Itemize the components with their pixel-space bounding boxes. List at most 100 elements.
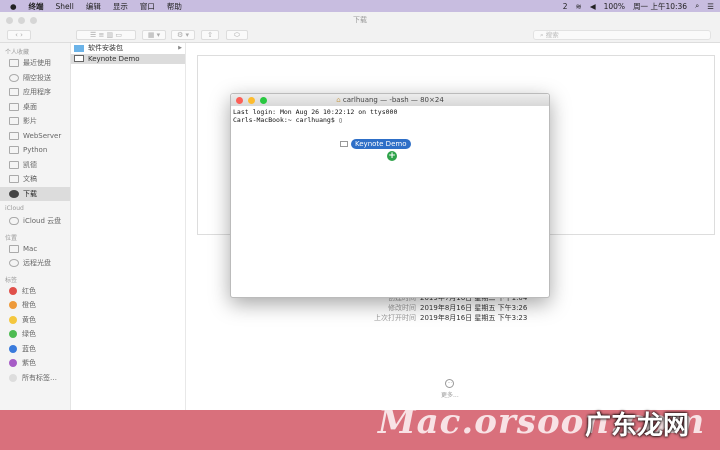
sidebar-header-tags: 标签 [5,276,18,284]
menu-window[interactable]: 窗口 [140,1,155,12]
sidebar-tag[interactable]: 绿色 [0,327,70,342]
terminal-titlebar: ⌂ carlhuang — -bash — 80×24 [231,94,549,106]
tag-label: 绿色 [22,330,36,339]
tag-color-icon [9,330,17,339]
tag-color-icon [9,359,17,368]
sidebar-item-airdrop[interactable]: 隔空投送 [0,71,70,86]
share-icon[interactable]: ⇧ [201,30,219,40]
menu-shell[interactable]: Shell [56,2,74,11]
close-button[interactable] [6,17,13,24]
group-button[interactable]: ▦ ▾ [142,30,166,40]
sidebar-item-kaide[interactable]: 凯德 [0,158,70,173]
spotlight-icon[interactable]: ⌕ [695,1,699,11]
window-title: 下载 [353,16,367,24]
computer-icon [9,244,19,253]
file-icon [340,141,348,147]
tag-color-icon [9,344,17,353]
wifi-icon[interactable]: ≋ [576,2,582,11]
applications-icon [9,88,19,97]
home-icon: ⌂ [336,96,343,104]
ellipsis-icon: ··· [445,379,455,388]
list-item-folder[interactable]: 软件安装包 ▶ [71,43,185,54]
documents-icon [9,175,19,184]
recents-icon [9,59,19,68]
sidebar-tag[interactable]: 紫色 [0,356,70,371]
tag-label: 紫色 [22,359,36,368]
terminal-title: carlhuang — -bash — 80×24 [342,96,444,104]
tag-label: 蓝色 [22,344,36,353]
desktop-icon [9,102,19,111]
disc-icon [9,259,19,268]
sidebar-item-remote-disc[interactable]: 远程光盘 [0,256,70,271]
sidebar-item-desktop[interactable]: 桌面 [0,100,70,115]
sidebar-item-python[interactable]: Python [0,143,70,158]
view-mode-buttons[interactable]: ☰ ≡ ▥ ▭ [76,30,136,40]
list-item-file[interactable]: Keynote Demo [71,53,185,64]
menu-view[interactable]: 显示 [113,1,128,12]
folder-icon [9,131,19,140]
minimize-button[interactable] [248,96,255,104]
terminal-window[interactable]: ⌂ carlhuang — -bash — 80×24 Last login: … [230,93,550,298]
sidebar-tag[interactable]: 黄色 [0,313,70,328]
zoom-button[interactable] [260,96,267,104]
notification-center-icon[interactable]: ☰ [707,2,714,11]
cloud-icon [9,217,19,226]
download-icon [9,189,19,198]
info-row: 修改时间 2019年8月16日 星期五 下午3:26 [388,304,528,312]
battery-percent[interactable]: 100% [604,2,625,11]
minimize-button[interactable] [18,17,25,24]
tag-label: 橙色 [22,301,36,310]
dragged-file: Keynote Demo [340,139,411,149]
tag-label: 红色 [22,286,36,295]
sidebar-item-webserver[interactable]: WebServer [0,129,70,144]
file-icon [74,55,84,63]
film-icon [9,117,19,126]
sidebar-tag[interactable]: 蓝色 [0,342,70,357]
more-button[interactable]: ··· 更多... [441,379,459,399]
apple-icon[interactable]: ● [10,2,17,11]
action-gear-icon[interactable]: ⚙ ▾ [171,30,195,40]
finder-titlebar: 下载 [0,12,720,28]
terminal-output[interactable]: Last login: Mon Aug 26 10:22:12 on ttys0… [231,106,549,126]
finder-toolbar: ‹ › ☰ ≡ ▥ ▭ ▦ ▾ ⚙ ▾ ⇧ ⬭ ⌕ 搜索 [0,28,720,43]
watermark-logo: 广东龙网 [585,411,690,441]
sidebar-header: iCloud [5,205,24,212]
zoom-button[interactable] [30,17,37,24]
folder-icon [74,44,84,52]
qq-count[interactable]: 2 [563,2,568,11]
volume-icon[interactable]: ◀ [590,2,596,11]
sidebar-item-icloud-drive[interactable]: iCloud 云盘 [0,214,70,229]
tag-icon[interactable]: ⬭ [226,30,248,40]
folder-icon [9,146,19,155]
folder-icon [9,160,19,169]
sidebar-tag[interactable]: 所有标签… [0,371,70,386]
tag-color-icon [9,301,17,310]
sidebar-tag[interactable]: 红色 [0,284,70,299]
menu-edit[interactable]: 编辑 [86,1,101,12]
airdrop-icon [9,73,19,82]
column-view: 软件安装包 ▶ Keynote Demo [71,43,186,410]
info-row: 上次打开时间 2019年8月16日 星期五 下午3:23 [374,314,528,322]
sidebar-header: 个人收藏 [5,49,30,56]
tag-color-icon [9,286,17,295]
sidebar-item-mac[interactable]: Mac [0,242,70,257]
tag-color-icon [9,315,17,324]
close-button[interactable] [236,96,243,104]
menu-terminal[interactable]: 终端 [29,1,44,12]
back-forward-button[interactable]: ‹ › [7,30,31,40]
sidebar-item-applications[interactable]: 应用程序 [0,85,70,100]
sidebar: 个人收藏 最近使用 隔空投送 应用程序 桌面 影片 WebServer Pyth… [0,43,71,410]
sidebar-item-documents[interactable]: 文稿 [0,172,70,187]
tag-label: 黄色 [22,315,36,324]
chevron-right-icon: ▶ [178,45,182,52]
search-input[interactable]: ⌕ 搜索 [533,30,711,40]
copy-plus-icon: + [387,151,397,161]
tag-color-icon [9,373,17,382]
sidebar-item-downloads[interactable]: 下载 [0,186,70,201]
menu-bar: ● 终端 Shell 编辑 显示 窗口 帮助 2 ≋ ◀ 100% 周一 上午1… [0,0,720,12]
menu-help[interactable]: 帮助 [167,1,182,12]
sidebar-item-movies[interactable]: 影片 [0,114,70,129]
clock[interactable]: 周一 上午10:36 [633,1,687,12]
sidebar-tag[interactable]: 橙色 [0,298,70,313]
sidebar-item-recents[interactable]: 最近使用 [0,56,70,71]
